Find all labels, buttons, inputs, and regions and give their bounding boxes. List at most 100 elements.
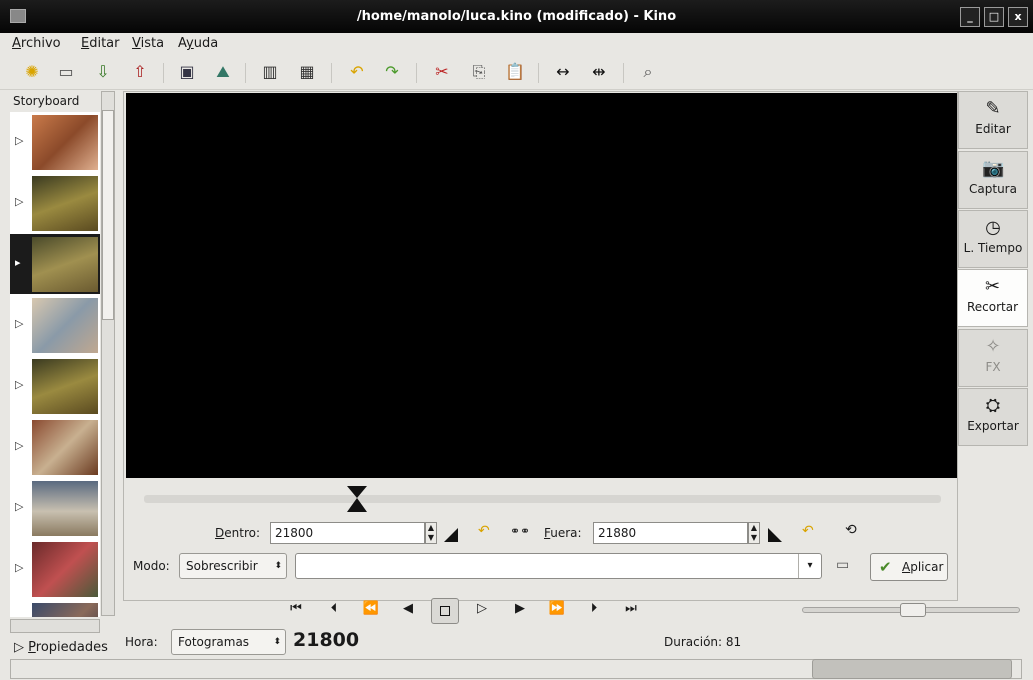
first-scene-icon[interactable]: ⏮ <box>286 598 306 620</box>
scene-row[interactable]: ▷ <box>10 356 100 416</box>
tab-fx[interactable]: ✧ FX <box>958 329 1028 387</box>
export-icon[interactable]: ⇧ <box>129 61 151 83</box>
fuera-input[interactable]: 21880 <box>593 522 748 544</box>
scene-row[interactable]: ▷ <box>10 600 100 617</box>
dentro-spin-button[interactable]: ▲ ▼ <box>425 522 437 544</box>
menu-archivo[interactable]: Archivo <box>12 36 61 51</box>
expand-arrow-icon: ▷ <box>14 640 24 655</box>
dentro-label: Dentro: <box>215 526 260 540</box>
scene-thumbnail <box>32 420 98 475</box>
save-frame-icon[interactable]: ⛰ <box>212 61 234 83</box>
expand-arrow-icon[interactable]: ▸ <box>15 256 21 269</box>
copy-icon[interactable]: ⎘ <box>468 61 490 83</box>
trim-icon: ✂ <box>984 276 1001 297</box>
scene-row[interactable]: ▷ <box>10 173 100 233</box>
sparkle-icon: ✧ <box>985 336 1001 357</box>
expand-arrow-icon[interactable]: ▷ <box>15 317 23 330</box>
set-in-icon[interactable] <box>444 528 458 542</box>
play-icon[interactable]: ▷ <box>472 598 492 620</box>
expand-icon[interactable]: ↔ <box>552 61 574 83</box>
toolbar: ✺ ▭ ⇩ ⇧ ▣ ⛰ ▥ ▦ ↶ ↷ ✂ ⎘ 📋 ↔ ⇹ ⌕ <box>0 55 1033 90</box>
set-out-icon[interactable] <box>768 528 782 542</box>
separator <box>245 63 246 83</box>
combo-arrows-icon: ⬍ <box>273 637 281 647</box>
tab-captura[interactable]: 📷 Captura <box>958 151 1028 209</box>
cut-icon[interactable]: ✂ <box>431 61 453 83</box>
scene-row[interactable]: ▷ <box>10 112 100 172</box>
clock-icon: ◷ <box>985 217 1001 238</box>
tab-recortar[interactable]: ✂ Recortar <box>958 269 1028 327</box>
aplicar-label: Aplicar <box>902 560 944 574</box>
fast-forward-icon[interactable]: ⏩ <box>547 598 567 620</box>
scene-end-icon[interactable]: ⏵ <box>584 598 604 620</box>
window-title: /home/manolo/luca.kino (modificado) - Ki… <box>356 9 677 24</box>
stop-button[interactable] <box>431 598 459 624</box>
scene-row-selected[interactable]: ▸ <box>10 234 100 294</box>
shuttle-slider-thumb[interactable] <box>900 603 926 617</box>
shrink-icon[interactable]: ⇹ <box>588 61 610 83</box>
save-icon[interactable]: ▣ <box>176 61 198 83</box>
redo-icon[interactable]: ↷ <box>381 61 403 83</box>
scene-row[interactable]: ▷ <box>10 478 100 538</box>
dentro-input[interactable]: 21800 <box>270 522 425 544</box>
open-icon[interactable]: ▭ <box>55 61 77 83</box>
join-scene-icon[interactable]: ▦ <box>296 61 318 83</box>
last-scene-icon[interactable]: ⏭ <box>621 598 641 620</box>
stop-icon <box>440 606 450 616</box>
fuera-spin-button[interactable]: ▲ ▼ <box>748 522 760 544</box>
zoom-icon[interactable]: ⌕ <box>637 61 659 83</box>
split-scene-icon[interactable]: ▥ <box>259 61 281 83</box>
properties-expander[interactable]: ▷ Propiedades <box>14 640 108 655</box>
video-preview[interactable] <box>126 93 957 478</box>
paste-icon[interactable]: 📋 <box>504 61 526 83</box>
reset-in-icon[interactable]: ↶ <box>478 523 490 539</box>
expand-arrow-icon[interactable]: ▷ <box>15 378 23 391</box>
combo-arrows-icon: ⬍ <box>274 561 282 571</box>
tab-editar[interactable]: ✎ Editar <box>958 91 1028 149</box>
link-icon[interactable]: ⚭⚭ <box>510 524 530 538</box>
chevron-down-icon[interactable]: ▾ <box>798 554 821 578</box>
scene-row[interactable]: ▷ <box>10 295 100 355</box>
modo-combo[interactable]: Sobrescribir ⬍ <box>179 553 287 579</box>
export-reel-icon: ⛭ <box>985 395 1001 416</box>
step-forward-icon[interactable]: ▶ <box>510 598 530 620</box>
tab-linea-tiempo[interactable]: ◷ L. Tiempo <box>958 210 1028 268</box>
expand-arrow-icon[interactable]: ▷ <box>15 195 23 208</box>
expand-arrow-icon[interactable]: ▷ <box>15 500 23 513</box>
expand-arrow-icon[interactable]: ▷ <box>15 561 23 574</box>
file-path-combo[interactable]: ▾ <box>295 553 822 579</box>
menu-vista[interactable]: Vista <box>132 36 164 51</box>
undo-icon[interactable]: ↶ <box>346 61 368 83</box>
rewind-icon[interactable]: ⏪ <box>361 598 381 620</box>
position-slider[interactable] <box>144 495 941 503</box>
scene-start-icon[interactable]: ⏴ <box>324 598 344 620</box>
storyboard-hscrollbar[interactable] <box>10 619 100 633</box>
scene-thumbnail <box>32 603 98 617</box>
separator <box>623 63 624 83</box>
expand-arrow-icon[interactable]: ▷ <box>15 134 23 147</box>
menu-ayuda[interactable]: Ayuda <box>178 36 218 51</box>
step-back-icon[interactable]: ◀ <box>398 598 418 620</box>
scene-row[interactable]: ▷ <box>10 417 100 477</box>
menu-bar: Archivo Editar Vista Ayuda <box>0 33 1033 55</box>
folder-icon[interactable]: ▭ <box>836 557 849 573</box>
separator <box>538 63 539 83</box>
reset-out-icon[interactable]: ↶ <box>802 523 814 539</box>
new-icon[interactable]: ✺ <box>21 61 43 83</box>
storyboard-list[interactable]: ▷ ▷ ▸ ▷ ▷ ▷ ▷ ▷ ▷ <box>10 112 100 617</box>
loop-icon[interactable]: ⟲ <box>845 522 857 538</box>
separator <box>163 63 164 83</box>
scene-row[interactable]: ▷ <box>10 539 100 599</box>
menu-editar[interactable]: Editar <box>81 36 120 51</box>
maximize-button[interactable]: □ <box>984 7 1004 27</box>
scrollbar-thumb[interactable] <box>102 110 114 320</box>
position-marker-icon[interactable] <box>347 486 367 512</box>
fuera-label: Fuera: <box>544 526 582 540</box>
time-format-combo[interactable]: Fotogramas ⬍ <box>171 629 286 655</box>
aplicar-button[interactable]: ✔ Aplicar <box>870 553 948 581</box>
import-icon[interactable]: ⇩ <box>92 61 114 83</box>
close-button[interactable]: x <box>1008 7 1028 27</box>
tab-exportar[interactable]: ⛭ Exportar <box>958 388 1028 446</box>
expand-arrow-icon[interactable]: ▷ <box>15 439 23 452</box>
minimize-button[interactable]: _ <box>960 7 980 27</box>
